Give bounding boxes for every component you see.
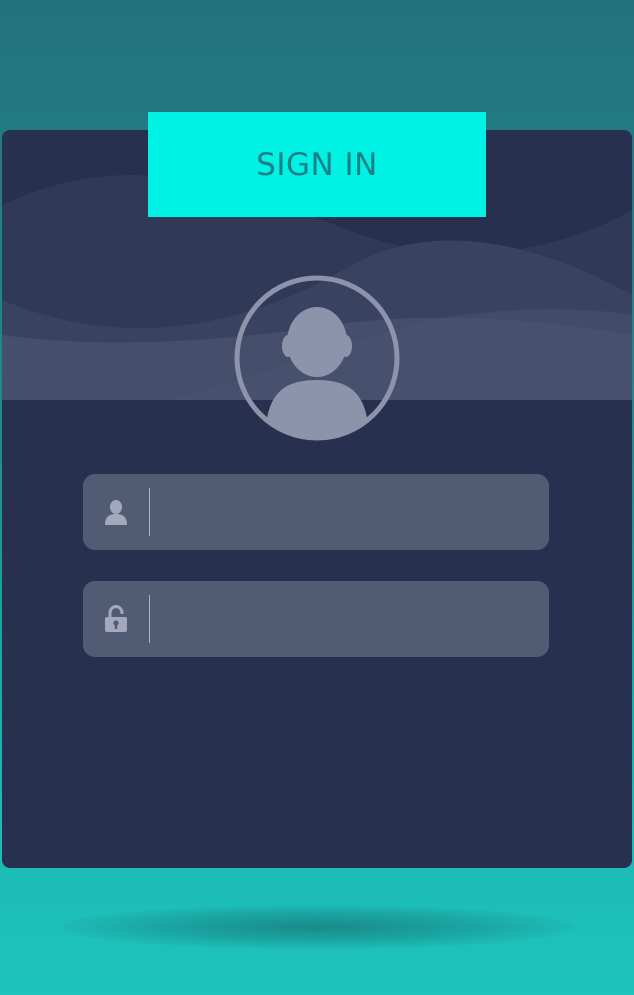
sign-in-title: SIGN IN: [256, 146, 378, 183]
password-input[interactable]: [150, 589, 549, 649]
lock-icon: [83, 581, 149, 657]
password-field[interactable]: [83, 581, 549, 657]
username-input[interactable]: [150, 482, 549, 542]
sign-in-header: SIGN IN: [148, 112, 486, 217]
card-shadow: [60, 905, 574, 949]
avatar-icon: [234, 275, 400, 441]
username-field[interactable]: [83, 474, 549, 550]
user-icon: [83, 474, 149, 550]
